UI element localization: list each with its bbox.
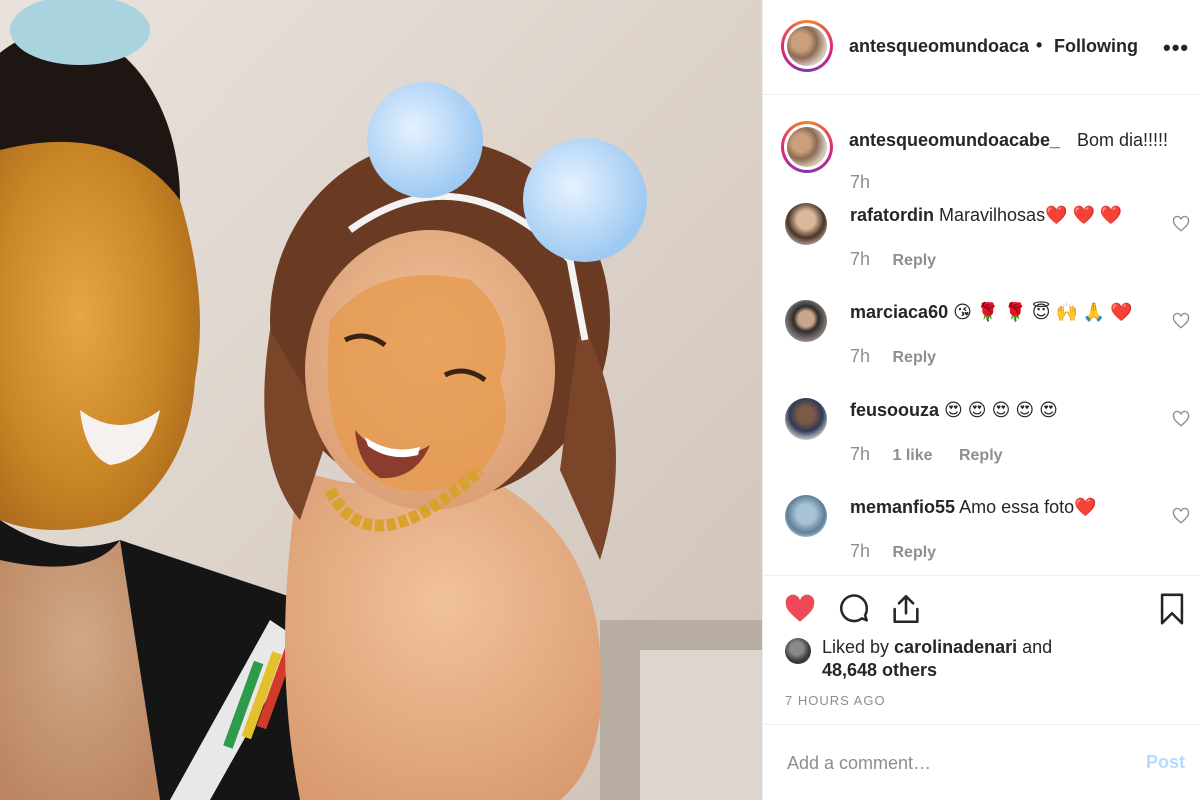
like-comment-heart-icon[interactable] [1172,312,1190,330]
like-comment-heart-icon[interactable] [1172,410,1190,428]
like-heart-icon[interactable] [783,592,817,626]
caption-username[interactable]: antesqueomundoacabe_ [849,130,1060,151]
likes-count[interactable]: 48,648 others [822,660,937,681]
add-comment-bar: Post [763,724,1200,800]
liked-by-prefix: Liked by [822,637,895,657]
commenter-avatar[interactable] [785,300,827,342]
comment-item: marciaca60 😘 🌹 🌹 😇 🙌 🙏 ❤️ 7h Reply [763,300,1200,392]
like-comment-heart-icon[interactable] [1172,215,1190,233]
liker-avatar[interactable] [785,638,811,664]
comment-username[interactable]: memanfio55 [850,497,955,517]
comment-username[interactable]: feusoouza [850,400,939,420]
post-header: antesqueomundoaca • Following ••• [763,0,1200,95]
commenter-avatar[interactable] [785,203,827,245]
comment-item: rafatordin Maravilhosas❤️ ❤️ ❤️ 7h Reply [763,203,1200,295]
comment-bubble-icon[interactable] [837,592,871,626]
comment-likes-count[interactable]: 1 like [892,447,932,464]
commenter-avatar[interactable] [785,398,827,440]
reply-button[interactable]: Reply [892,349,936,366]
separator-dot: • [1036,35,1043,55]
comment-text: Amo essa foto❤️ [959,497,1097,517]
caption-avatar[interactable] [781,121,833,173]
comment-item: feusoouza 😍 😍 😍 😍 😍 7h 1 like Reply [763,398,1200,490]
caption-time: 7h [850,172,871,192]
comments-list[interactable]: antesqueomundoacabe_ Bom dia!!!!! 7h raf… [763,95,1200,575]
liked-by-text: Liked by carolinadenari and [822,637,1052,658]
commenter-avatar[interactable] [785,495,827,537]
more-options-icon[interactable]: ••• [1163,35,1189,61]
reply-button[interactable]: Reply [959,447,1003,464]
post-detail-panel: antesqueomundoaca • Following ••• antesq… [762,0,1200,800]
comment-item: memanfio55 Amo essa foto❤️ 7h Reply [763,495,1200,587]
comment-text: 😍 😍 😍 😍 😍 [944,400,1058,420]
comment-text: 😘 🌹 🌹 😇 🙌 🙏 ❤️ [953,302,1133,322]
share-icon[interactable] [889,592,923,626]
post-timestamp: 7 HOURS AGO [785,693,886,708]
like-comment-heart-icon[interactable] [1172,507,1190,525]
comment-time: 7h [850,444,871,464]
post-button[interactable]: Post [1146,752,1185,773]
comment-time: 7h [850,249,871,269]
reply-button[interactable]: Reply [892,252,936,269]
comment-text: Maravilhosas❤️ ❤️ ❤️ [939,205,1123,225]
photo-illustration [0,0,762,800]
liked-by-conj: and [1017,637,1053,657]
bookmark-icon[interactable] [1155,592,1189,626]
comment-time: 7h [850,541,871,561]
comment-username[interactable]: marciaca60 [850,302,948,322]
author-avatar[interactable] [781,20,833,72]
post-actions: Liked by carolinadenari and 48,648 other… [763,575,1200,725]
following-button[interactable]: Following [1054,36,1138,57]
comment-username[interactable]: rafatordin [850,205,934,225]
author-username[interactable]: antesqueomundoaca [849,36,1029,57]
reply-button[interactable]: Reply [892,544,936,561]
liked-by-user[interactable]: carolinadenari [894,637,1017,657]
comment-input[interactable] [785,747,1119,779]
caption-text: Bom dia!!!!! [1077,130,1169,150]
post-photo[interactable] [0,0,762,800]
comment-time: 7h [850,346,871,366]
